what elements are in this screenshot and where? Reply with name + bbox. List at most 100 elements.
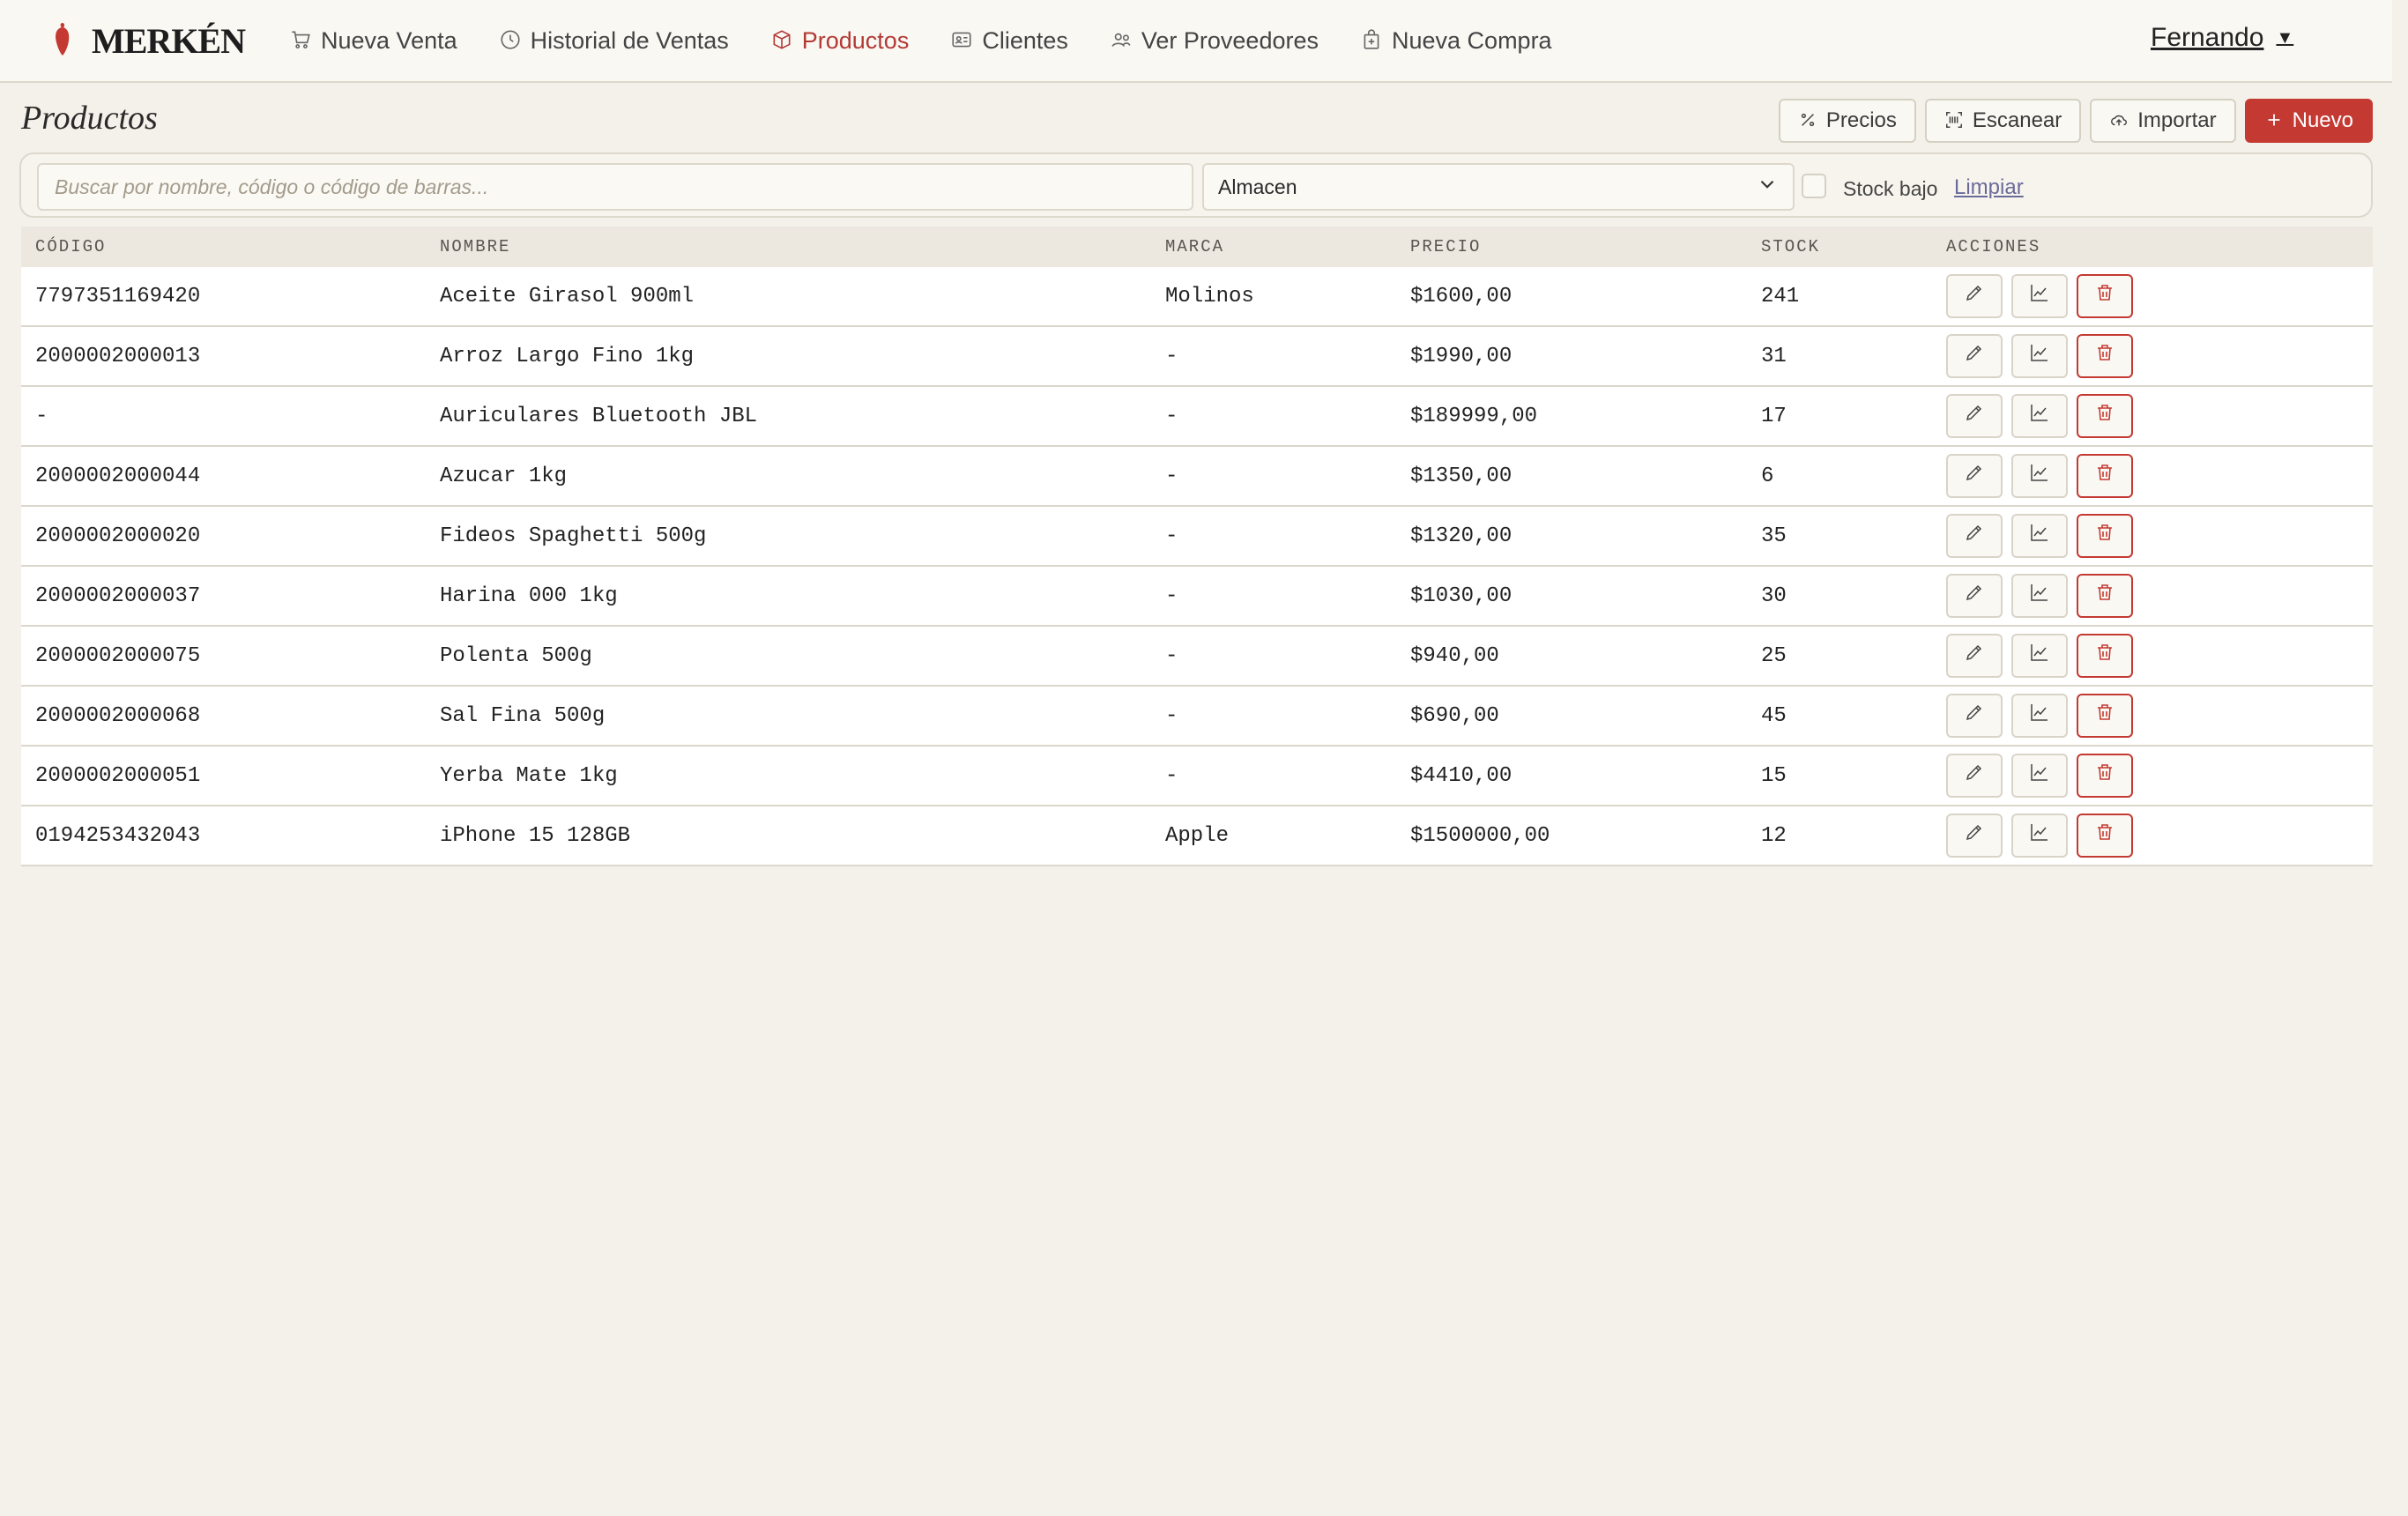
delete-button[interactable] [2077, 574, 2133, 618]
table-row: 2000002000075 Polenta 500g - $940,00 25 [21, 627, 2373, 687]
edit-button[interactable] [1946, 814, 2003, 858]
table-row: 0194253432043 iPhone 15 128GB Apple $150… [21, 806, 2373, 866]
chevron-down-icon [1756, 173, 1779, 201]
history-chart-button[interactable] [2011, 274, 2068, 318]
edit-button[interactable] [1946, 634, 2003, 678]
pencil-icon [1964, 522, 1985, 550]
row-actions [1946, 514, 2142, 558]
cell-precio: $1500000,00 [1410, 823, 1550, 848]
import-button[interactable]: Importar [2090, 99, 2236, 143]
filters-bar: Almacen Stock bajo Limpiar [19, 152, 2373, 218]
trash-icon [2094, 282, 2115, 310]
new-product-button[interactable]: Nuevo [2244, 99, 2373, 143]
page-title: Productos [21, 100, 158, 137]
nav-item-label: Clientes [982, 26, 1068, 54]
cell-marca: Molinos [1165, 284, 1254, 308]
users-icon [1110, 28, 1134, 53]
line-chart-icon [2029, 702, 2050, 730]
cell-precio: $690,00 [1410, 703, 1499, 728]
delete-button[interactable] [2077, 694, 2133, 738]
edit-button[interactable] [1946, 274, 2003, 318]
id-card-icon [950, 28, 975, 53]
row-actions [1946, 334, 2142, 378]
cell-stock: 6 [1761, 464, 1774, 488]
clear-filters-link[interactable]: Limpiar [1954, 175, 2024, 200]
edit-button[interactable] [1946, 454, 2003, 498]
table-row: 2000002000051 Yerba Mate 1kg - $4410,00 … [21, 747, 2373, 806]
cell-marca: - [1165, 464, 1178, 488]
header-nombre: NOMBRE [440, 237, 511, 256]
nav-item-nueva-compra[interactable]: Nueva Compra [1360, 27, 1552, 55]
history-chart-button[interactable] [2011, 334, 2068, 378]
edit-button[interactable] [1946, 334, 2003, 378]
edit-button[interactable] [1946, 514, 2003, 558]
search-input[interactable] [37, 163, 1193, 211]
nav-item-historial-ventas[interactable]: Historial de Ventas [499, 27, 729, 55]
history-chart-button[interactable] [2011, 694, 2068, 738]
cell-codigo: 2000002000051 [35, 763, 201, 788]
user-menu[interactable]: Fernando ▼ [2151, 23, 2293, 53]
pencil-icon [1964, 462, 1985, 490]
history-chart-button[interactable] [2011, 394, 2068, 438]
nav-item-productos[interactable]: Productos [770, 27, 909, 55]
cell-nombre: Fideos Spaghetti 500g [440, 524, 707, 548]
cell-nombre: Sal Fina 500g [440, 703, 606, 728]
prices-button[interactable]: Precios [1778, 99, 1916, 143]
delete-button[interactable] [2077, 334, 2133, 378]
nav-item-label: Nueva Venta [321, 26, 457, 54]
cell-nombre: iPhone 15 128GB [440, 823, 631, 848]
delete-button[interactable] [2077, 754, 2133, 798]
row-actions [1946, 694, 2142, 738]
scan-button[interactable]: Escanear [1924, 99, 2082, 143]
cell-nombre: Polenta 500g [440, 643, 592, 668]
row-actions [1946, 754, 2142, 798]
history-chart-button[interactable] [2011, 574, 2068, 618]
trash-icon [2094, 582, 2115, 610]
category-value: Almacen [1218, 175, 1297, 198]
cell-stock: 241 [1761, 284, 1800, 308]
row-actions [1946, 634, 2142, 678]
history-chart-button[interactable] [2011, 514, 2068, 558]
cell-nombre: Azucar 1kg [440, 464, 568, 488]
cell-stock: 45 [1761, 703, 1787, 728]
delete-button[interactable] [2077, 454, 2133, 498]
nav-item-label: Ver Proveedores [1141, 26, 1319, 54]
edit-button[interactable] [1946, 394, 2003, 438]
cloud-upload-icon [2109, 110, 2130, 131]
history-chart-button[interactable] [2011, 634, 2068, 678]
edit-button[interactable] [1946, 574, 2003, 618]
import-label: Importar [2137, 108, 2217, 132]
bag-plus-icon [1360, 28, 1385, 53]
cell-nombre: Harina 000 1kg [440, 583, 618, 608]
trash-icon [2094, 821, 2115, 850]
cell-precio: $1030,00 [1410, 583, 1512, 608]
percent-icon [1798, 110, 1819, 131]
edit-button[interactable] [1946, 754, 2003, 798]
row-actions [1946, 454, 2142, 498]
nav-item-label: Nueva Compra [1392, 26, 1552, 54]
delete-button[interactable] [2077, 634, 2133, 678]
pencil-icon [1964, 342, 1985, 370]
nav-item-clientes[interactable]: Clientes [950, 27, 1068, 55]
delete-button[interactable] [2077, 394, 2133, 438]
brand[interactable]: MERKÉN [53, 20, 246, 62]
history-chart-button[interactable] [2011, 754, 2068, 798]
line-chart-icon [2029, 582, 2050, 610]
delete-button[interactable] [2077, 814, 2133, 858]
edit-button[interactable] [1946, 694, 2003, 738]
cell-precio: $189999,00 [1410, 404, 1538, 428]
category-select[interactable]: Almacen [1202, 163, 1795, 211]
nav-item-ver-proveedores[interactable]: Ver Proveedores [1110, 27, 1319, 55]
cell-codigo: 2000002000075 [35, 643, 201, 668]
header-acciones: ACCIONES [1946, 237, 2041, 256]
history-chart-button[interactable] [2011, 814, 2068, 858]
history-chart-button[interactable] [2011, 454, 2068, 498]
clock-icon [499, 28, 524, 53]
cell-stock: 17 [1761, 404, 1787, 428]
barcode-scan-icon [1944, 110, 1966, 131]
nav-item-nueva-venta[interactable]: Nueva Venta [289, 27, 457, 55]
delete-button[interactable] [2077, 274, 2133, 318]
low-stock-checkbox[interactable] [1802, 174, 1826, 198]
pencil-icon [1964, 762, 1985, 790]
delete-button[interactable] [2077, 514, 2133, 558]
